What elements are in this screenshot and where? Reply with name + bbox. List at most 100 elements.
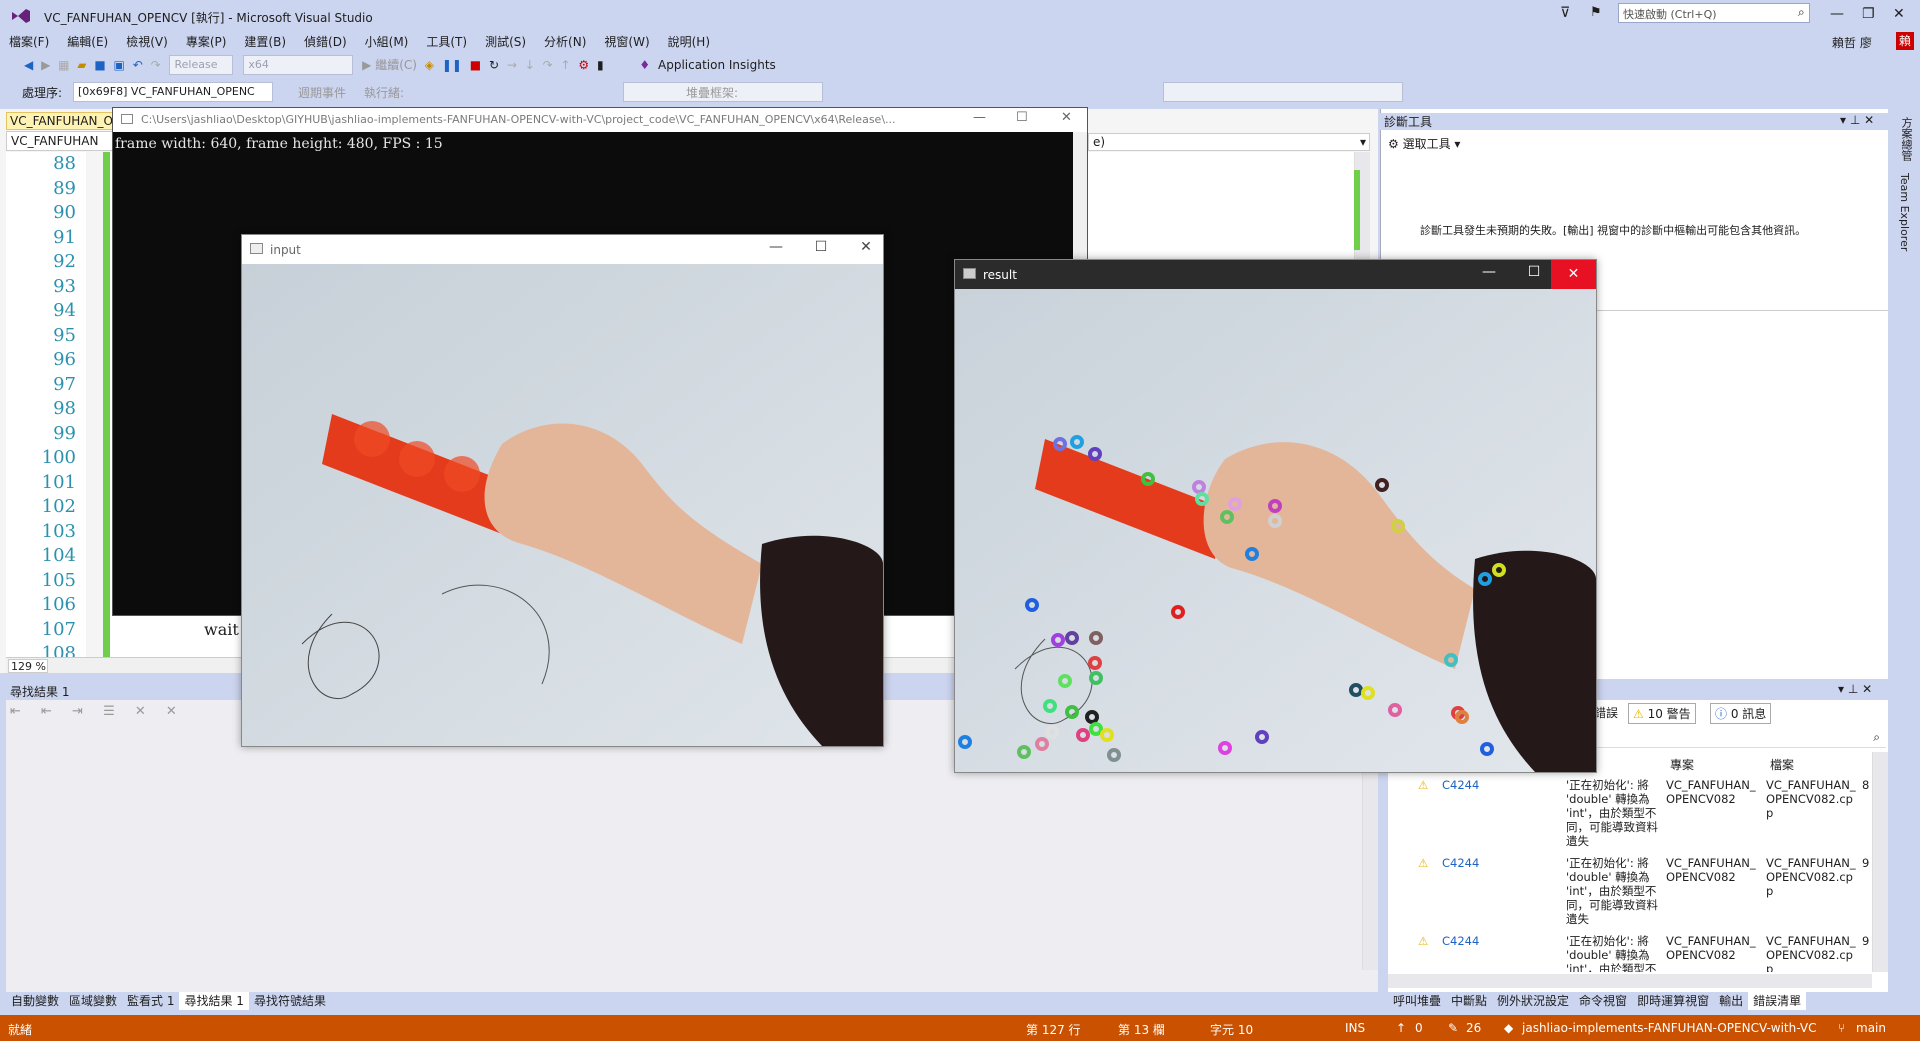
restart-icon[interactable]: ↻ (489, 55, 499, 75)
console-minimize-button[interactable]: — (973, 110, 986, 125)
input-close-button[interactable]: ✕ (852, 239, 880, 255)
error-code[interactable]: C4244 (1442, 778, 1479, 792)
result-minimize-button[interactable]: — (1475, 264, 1503, 280)
status-repo[interactable]: jashliao-implements-FANFUHAN-OPENCV-with… (1522, 1021, 1816, 1035)
panel-controls-icon[interactable]: ▾ ⊥ ✕ (1838, 682, 1872, 696)
result-maximize-button[interactable]: ☐ (1520, 264, 1548, 280)
error-hscrollbar[interactable] (1388, 974, 1872, 988)
bookmark-icon[interactable]: ▮ (597, 55, 604, 75)
forward-icon[interactable]: ▶ (41, 55, 50, 75)
menu-help[interactable]: 說明(H) (659, 32, 719, 52)
step-out-icon[interactable]: ↑ (561, 55, 571, 75)
tab-output[interactable]: 輸出 (1714, 992, 1748, 1010)
close-button[interactable]: ✕ (1893, 6, 1905, 22)
stack-frame-select[interactable] (1162, 82, 1403, 102)
back-icon[interactable]: ◀ (24, 55, 33, 75)
menu-window[interactable]: 視窗(W) (595, 32, 658, 52)
tab-immediate-window[interactable]: 即時運算視窗 (1632, 992, 1714, 1010)
save-icon[interactable]: ■ (94, 55, 105, 75)
menu-project[interactable]: 專案(P) (177, 32, 236, 52)
process-icon[interactable]: ◈ (425, 55, 434, 75)
line-number: 89 (53, 177, 76, 199)
search-icon[interactable]: ⌕ (1798, 5, 1805, 20)
platform-select[interactable]: x64 (243, 55, 354, 75)
zoom-level[interactable]: 129 % (8, 659, 48, 673)
save-all-icon[interactable]: ▣ (114, 55, 125, 75)
quick-launch-input[interactable]: 快速啟動 (Ctrl+Q) (1618, 3, 1810, 23)
line-number: 106 (41, 594, 76, 615)
document-tab[interactable]: VC_FANFUHAN_OPENCV (6, 112, 114, 130)
menu-build[interactable]: 建置(B) (235, 32, 295, 52)
menu-test[interactable]: 測試(S) (476, 32, 535, 52)
configuration-select[interactable]: Release (169, 55, 234, 75)
app-insights-icon[interactable]: ♦ (639, 55, 650, 75)
tab-exception-settings[interactable]: 例外狀況設定 (1492, 992, 1574, 1010)
menu-file[interactable]: 檔案(F) (0, 32, 58, 52)
filter-icon[interactable]: ⊽ (1560, 5, 1570, 21)
console-maximize-button[interactable]: ☐ (1016, 110, 1028, 125)
menu-debug[interactable]: 偵錯(D) (295, 32, 356, 52)
team-explorer-tab[interactable]: Team Explorer (1898, 173, 1911, 251)
console-title: C:\Users\jashliao\Desktop\GIYHUB\jashlia… (113, 108, 1087, 132)
undo-icon[interactable]: ↶ (133, 55, 143, 75)
warnings-filter[interactable]: ⚠ 10 警告 (1628, 703, 1696, 724)
tab-locals[interactable]: 區域變數 (64, 992, 122, 1010)
app-insights-button[interactable]: Application Insights (658, 55, 776, 75)
select-tools-button[interactable]: ⚙ 選取工具 ▾ (1388, 135, 1460, 152)
tab-command-window[interactable]: 命令視窗 (1574, 992, 1632, 1010)
tab-call-stack[interactable]: 呼叫堆疊 (1388, 992, 1446, 1010)
minimize-button[interactable]: — (1830, 6, 1844, 22)
status-branch[interactable]: main (1856, 1021, 1886, 1035)
tab-error-list[interactable]: 錯誤清單 (1748, 992, 1807, 1010)
input-minimize-button[interactable]: — (762, 239, 790, 255)
navigation-bar[interactable]: VC_FANFUHAN (6, 131, 114, 151)
open-folder-icon[interactable]: ▰ (77, 55, 86, 75)
errors-filter[interactable]: 錯誤 (1594, 704, 1618, 721)
menu-view[interactable]: 檢視(V) (117, 32, 177, 52)
pin-icon[interactable]: ▾ ⊥ ✕ (1840, 113, 1874, 127)
menu-analyze[interactable]: 分析(N) (535, 32, 595, 52)
process-select[interactable]: [0x69F8] VC_FANFUHAN_OPENC (73, 82, 273, 102)
messages-filter[interactable]: ⓘ 0 訊息 (1710, 703, 1772, 724)
redo-icon[interactable]: ↷ (151, 55, 161, 75)
process-label: 處理序: (22, 86, 63, 100)
continue-button[interactable]: ▶ 繼續(C) (362, 55, 417, 75)
exception-icon[interactable]: ⚙ (578, 55, 589, 75)
solution-explorer-tab[interactable]: 方案總管 (1898, 117, 1914, 161)
lifecycle-events-button[interactable]: 週期事件 (298, 84, 346, 101)
status-edits-count[interactable]: 26 (1466, 1021, 1481, 1035)
tab-find-symbol-results[interactable]: 尋找符號結果 (249, 992, 331, 1010)
result-window[interactable]: result — ☐ ✕ (954, 259, 1597, 773)
member-dropdown[interactable]: e) ▾ (1088, 133, 1370, 151)
tab-breakpoints[interactable]: 中斷點 (1446, 992, 1492, 1010)
input-maximize-button[interactable]: ☐ (807, 239, 835, 255)
arrow-up-icon[interactable]: ↑ (1396, 1021, 1406, 1035)
step-over-icon[interactable]: ↷ (543, 55, 553, 75)
menu-edit[interactable]: 編輯(E) (58, 32, 117, 52)
pencil-icon[interactable]: ✎ (1448, 1021, 1458, 1035)
pause-icon[interactable]: ❚❚ (442, 55, 462, 75)
tab-watch[interactable]: 監看式 1 (122, 992, 179, 1010)
stop-icon[interactable]: ■ (470, 55, 481, 75)
user-name[interactable]: 賴哲 廖 (1832, 34, 1872, 51)
result-close-button[interactable]: ✕ (1551, 260, 1596, 289)
input-window[interactable]: input — ☐ ✕ (241, 234, 884, 747)
step-into-icon[interactable]: ↓ (525, 55, 535, 75)
tab-autos[interactable]: 自動變數 (6, 992, 64, 1010)
find-toolbar[interactable]: ⇤ ⇤ ⇥ ☰ ✕ ✕ (10, 704, 185, 719)
error-code[interactable]: C4244 (1442, 856, 1479, 870)
console-close-button[interactable]: ✕ (1061, 110, 1072, 125)
menu-team[interactable]: 小組(M) (356, 32, 418, 52)
notifications-icon[interactable]: ⚑ (1590, 5, 1602, 20)
error-scrollbar[interactable] (1872, 752, 1888, 972)
status-char: 字元 10 (1210, 1023, 1254, 1037)
error-code[interactable]: C4244 (1442, 934, 1479, 948)
menu-tools[interactable]: 工具(T) (417, 32, 476, 52)
restore-button[interactable]: ❐ (1862, 6, 1875, 22)
line-number: 107 (41, 618, 76, 640)
new-project-icon[interactable]: ▦ (58, 55, 69, 75)
show-next-statement-icon[interactable]: → (507, 55, 517, 75)
status-up-count[interactable]: 0 (1415, 1021, 1423, 1035)
tab-find-results[interactable]: 尋找結果 1 (179, 992, 249, 1010)
avatar[interactable]: 賴 (1896, 32, 1914, 50)
